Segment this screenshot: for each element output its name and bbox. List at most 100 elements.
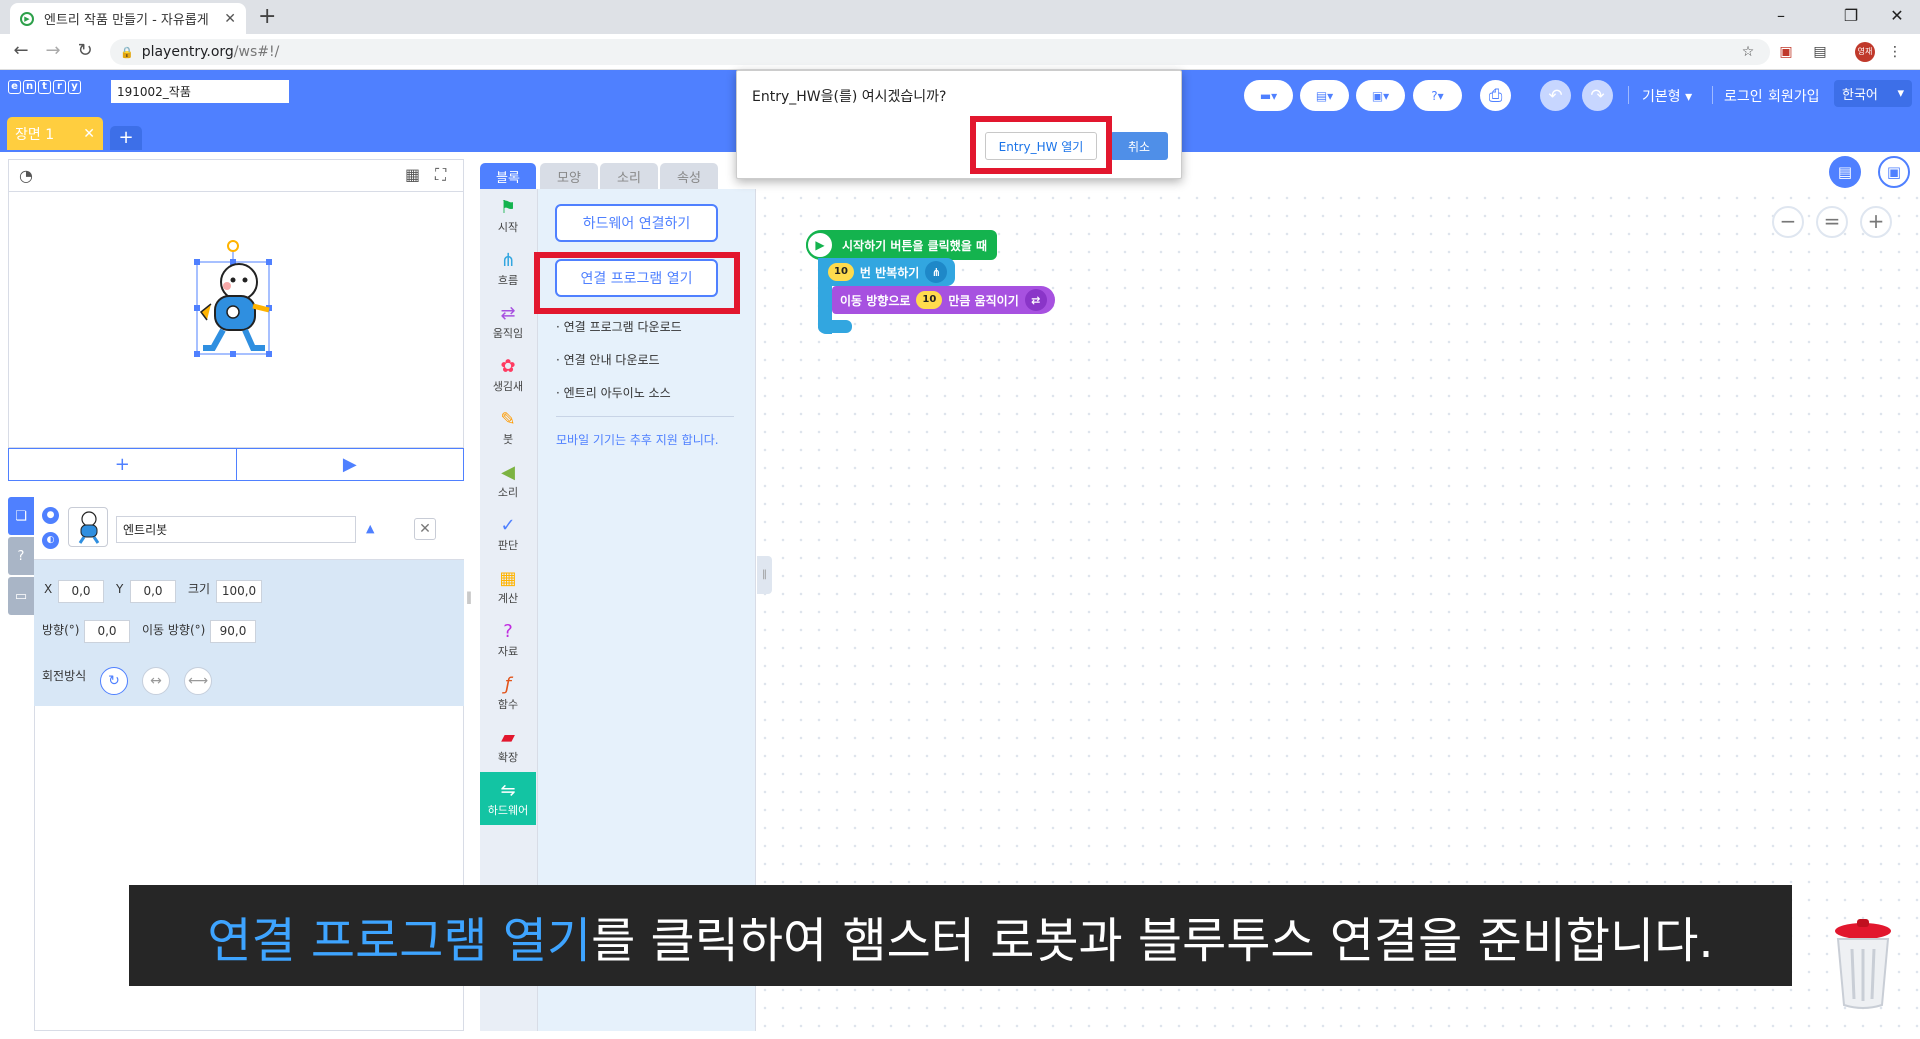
category-hardware[interactable]: ⇋ 하드웨어 [480,772,536,825]
palette-resize-handle[interactable]: ‖ [757,556,772,594]
x-value-input[interactable]: 0,0 [58,580,104,603]
category-label: 함수 [497,697,519,711]
profile-avatar[interactable]: 영재 [1855,42,1875,62]
bookmark-star-icon[interactable]: ☆ [1738,42,1758,62]
logo-letter: t [38,80,51,94]
move-amount-input[interactable]: 10 [916,291,943,309]
function-icon: ƒ [504,673,512,695]
category-function[interactable]: ƒ 함수 [480,666,536,719]
mode-switch-button[interactable]: ▬▾ [1244,80,1293,111]
category-data[interactable]: ? 자료 [480,613,536,666]
close-icon[interactable]: ✕ [83,126,95,142]
print-button[interactable]: ⎙ [1480,80,1511,111]
arduino-source-link[interactable]: · 엔트리 아두이노 소스 [556,384,671,401]
close-window-button[interactable]: ✕ [1882,4,1912,28]
menu-dots-icon[interactable]: ⋮ [1885,42,1905,62]
highlight-box [970,116,1112,174]
repeat-count-input[interactable]: 10 [828,263,854,281]
reload-button[interactable]: ↻ [72,38,98,64]
entrybot-sprite[interactable] [187,240,287,360]
panel-resize-handle[interactable]: ‖ [466,590,472,604]
tab-blocks[interactable]: 블록 [480,163,536,189]
lock-toggle-icon[interactable]: ◐ [42,532,59,549]
mode-dropdown[interactable]: 기본형 ▾ [1642,86,1692,106]
grid-icon[interactable]: ▦ [405,165,420,184]
comment-button[interactable]: ▤ [1829,156,1861,188]
start-program-button[interactable]: ▶ [237,449,464,480]
download-program-link[interactable]: · 연결 프로그램 다운로드 [556,318,682,335]
rotate-none-button[interactable]: ⟷ [184,667,212,695]
login-link[interactable]: 로그인 [1724,86,1763,106]
tab-sounds[interactable]: 소리 [600,163,658,189]
category-move[interactable]: ⇄ 움직임 [480,295,536,348]
object-name-input[interactable] [116,516,356,543]
zoom-out-button[interactable]: − [1772,206,1804,238]
rotate-horizontal-button[interactable]: ↔ [142,667,170,695]
console-tab[interactable]: ▭ [8,577,34,615]
category-judge[interactable]: ✓ 판단 [480,507,536,560]
add-object-button[interactable]: + [9,449,237,480]
size-label: 크기 [188,582,211,596]
browser-tab-strip [0,0,1920,34]
direction-value-input[interactable]: 0,0 [84,620,130,643]
block-storage-button[interactable]: ▣ [1878,156,1910,188]
dialog-cancel-button[interactable]: 취소 [1110,132,1168,160]
help-menu-button[interactable]: ?▾ [1413,80,1462,111]
address-bar[interactable]: 🔒 playentry.org/ws#!/ [110,39,1770,65]
redo-button[interactable]: ↷ [1582,80,1613,111]
category-extension[interactable]: ▰ 확장 [480,719,536,772]
zoom-reset-button[interactable]: = [1816,206,1848,238]
maximize-window-button[interactable]: ❐ [1836,4,1866,28]
close-tab-icon[interactable]: ✕ [224,11,236,27]
x-label: X [44,582,53,596]
category-calc[interactable]: ▦ 계산 [480,560,536,613]
minimize-window-button[interactable]: – [1766,4,1796,28]
language-select[interactable]: 한국어 ▾ [1834,80,1912,107]
repeat-block[interactable]: 10 번 반복하기 ⋔ [818,258,956,286]
speed-gauge-icon[interactable]: ◔ [19,166,33,185]
tab-properties[interactable]: 속성 [660,163,718,189]
zoom-in-button[interactable]: + [1860,206,1892,238]
fullscreen-icon[interactable]: ⛶ [435,165,446,185]
category-looks[interactable]: ✿ 생김새 [480,348,536,401]
y-value-input[interactable]: 0,0 [130,580,176,603]
move-direction-value-input[interactable]: 90,0 [210,620,256,643]
signup-link[interactable]: 회원가입 [1768,86,1820,106]
stage-canvas[interactable] [8,191,464,448]
extension-icon[interactable]: ▤ [1810,42,1830,62]
stage-controls: + ▶ [8,448,464,481]
extension-icon[interactable]: ▣ [1776,42,1796,62]
move-direction-block[interactable]: 이동 방향으로 10 만큼 움직이기 ⇄ [832,286,1055,314]
size-value-input[interactable]: 100,0 [216,580,262,603]
back-button[interactable]: ← [8,38,34,64]
category-label: 움직임 [492,326,524,340]
category-sound[interactable]: ◀ 소리 [480,454,536,507]
save-menu-button[interactable]: ▣▾ [1356,80,1405,111]
category-label: 소리 [497,485,519,499]
project-name-input[interactable] [111,80,289,103]
rotate-free-button[interactable]: ↻ [100,667,128,695]
scene-tab[interactable]: 장면 1 ✕ [7,117,103,150]
forward-button[interactable]: → [40,38,66,64]
trash-can-icon[interactable] [1830,917,1896,1011]
entry-logo[interactable]: e n t r y [8,80,81,94]
tab-shapes[interactable]: 모양 [540,163,598,189]
delete-object-button[interactable]: ✕ [414,518,436,540]
category-start[interactable]: ⚑ 시작 [480,189,536,242]
undo-button[interactable]: ↶ [1540,80,1571,111]
collapse-arrow-icon[interactable]: ▲ [366,522,374,535]
file-menu-button[interactable]: ▤▾ [1300,80,1349,111]
category-flow[interactable]: ⋔ 흐름 [480,242,536,295]
new-tab-button[interactable]: + [258,4,276,30]
category-brush[interactable]: ✎ 붓 [480,401,536,454]
help-tab[interactable]: ? [8,537,34,575]
object-thumbnail[interactable] [68,507,108,547]
browser-tab[interactable]: ▶ 엔트리 작품 만들기 - 자유롭게 ✕ [10,3,246,34]
connect-hardware-button[interactable]: 하드웨어 연결하기 [555,204,718,242]
object-list-tab[interactable]: ❏ [8,497,34,535]
visibility-eye-icon[interactable]: ● [42,507,59,524]
comment-icon: ▤ [1837,163,1853,181]
download-guide-link[interactable]: · 연결 안내 다운로드 [556,351,660,368]
add-scene-button[interactable]: + [110,126,142,150]
when-start-clicked-block[interactable]: ▶ 시작하기 버튼을 클릭했을 때 [806,230,998,260]
